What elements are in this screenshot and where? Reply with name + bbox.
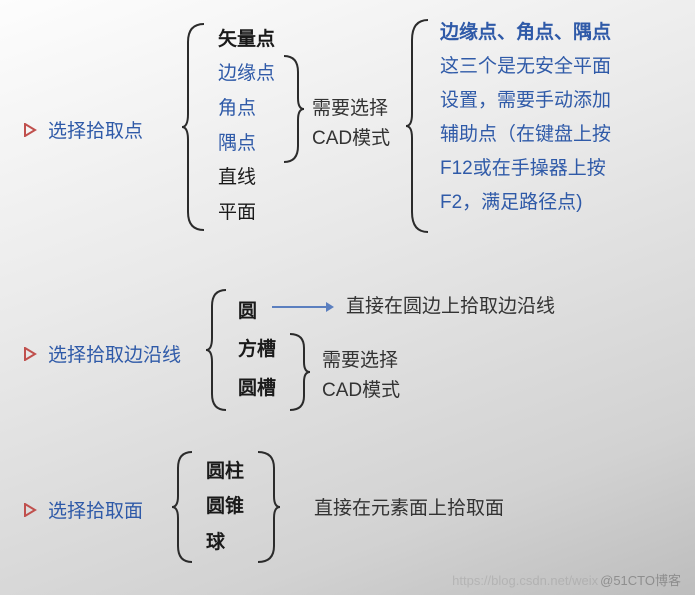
brace-left-2 (206, 288, 230, 412)
bullet-arrow-icon (24, 503, 38, 517)
top-note-2: 直接在圆边上拾取边沿线 (346, 292, 555, 322)
item-line: 直线 (218, 168, 275, 187)
mid-note-2-line1: 需要选择 (322, 346, 400, 376)
brace-mid-2 (288, 332, 310, 412)
section-title-2-text: 选择拾取边沿线 (48, 340, 181, 367)
item-slot: 方槽 (238, 340, 276, 359)
item-circle: 圆 (238, 302, 276, 321)
arrow-right-icon (272, 300, 336, 319)
section-title-3: 选择拾取面 (24, 496, 143, 523)
note-3: 直接在元素面上拾取面 (314, 494, 504, 524)
mid-note-1-line2: CAD模式 (312, 124, 390, 154)
item-sphere: 球 (206, 533, 244, 552)
right-note-1-line4: 辅助点（在键盘上按 (440, 118, 611, 152)
bullet-arrow-icon (24, 123, 38, 137)
bullet-arrow-icon (24, 347, 38, 361)
item-plane: 平面 (218, 203, 275, 222)
section-pick-edge: 选择拾取边沿线 圆 方槽 圆槽 直接在圆边上拾取边沿线 需要选择 CAD模式 (24, 288, 685, 418)
right-note-1-line5: F12或在手操器上按 (440, 152, 611, 186)
item-corner-point: 角点 (218, 99, 275, 118)
items-col-3: 圆柱 圆锥 球 (206, 454, 244, 560)
section-title-3-text: 选择拾取面 (48, 496, 143, 523)
mid-note-1: 需要选择 CAD模式 (312, 94, 390, 154)
watermark-label: @51CTO博客 (600, 573, 681, 588)
mid-note-2: 需要选择 CAD模式 (322, 346, 400, 406)
right-note-1-line3: 设置，需要手动添加 (440, 84, 611, 118)
section-title-1: 选择拾取点 (24, 116, 143, 143)
right-note-1-line6: F2，满足路径点) (440, 186, 611, 220)
brace-left-3 (172, 450, 196, 564)
section-title-2: 选择拾取边沿线 (24, 340, 181, 367)
section-title-1-text: 选择拾取点 (48, 116, 143, 143)
item-cylinder: 圆柱 (206, 462, 244, 481)
brace-mid-1 (282, 54, 304, 164)
right-note-1-line1: 边缘点、角点、隅点 (440, 16, 611, 50)
section-pick-point: 选择拾取点 矢量点 边缘点 角点 隅点 直线 平面 需要选择 CAD模式 边缘点… (24, 18, 685, 233)
section-pick-face: 选择拾取面 圆柱 圆锥 球 直接在元素面上拾取面 (24, 450, 685, 570)
item-hidden-point: 隅点 (218, 134, 275, 153)
watermark: https://blog.csdn.net/weix@51CTO博客 (452, 570, 681, 589)
brace-right-1 (406, 18, 432, 234)
watermark-faint: https://blog.csdn.net/weix (452, 573, 598, 588)
items-col-1: 矢量点 边缘点 角点 隅点 直线 平面 (218, 22, 275, 230)
brace-right-3 (256, 450, 280, 564)
item-vector-point: 矢量点 (218, 30, 275, 49)
right-note-1-line2: 这三个是无安全平面 (440, 50, 611, 84)
right-note-1: 边缘点、角点、隅点 这三个是无安全平面 设置，需要手动添加 辅助点（在键盘上按 … (440, 16, 611, 220)
mid-note-1-line1: 需要选择 (312, 94, 390, 124)
brace-left-1 (182, 22, 208, 232)
item-rslot: 圆槽 (238, 379, 276, 398)
item-edge-point: 边缘点 (218, 64, 275, 83)
item-cone: 圆锥 (206, 497, 244, 516)
mid-note-2-line2: CAD模式 (322, 376, 400, 406)
items-col-2: 圆 方槽 圆槽 (238, 292, 276, 408)
